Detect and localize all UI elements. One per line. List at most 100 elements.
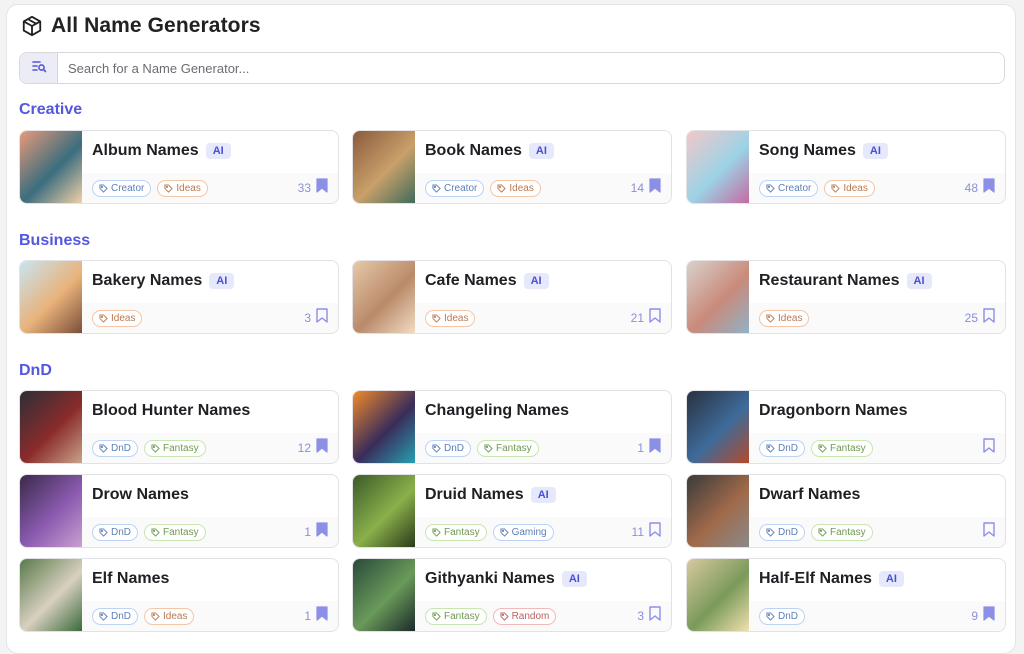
generator-card[interactable]: Book Names AI Creator Ideas 14 xyxy=(352,130,672,204)
tag-label: Ideas xyxy=(176,182,201,194)
generators-panel: All Name Generators CreativeAlbum NamesA… xyxy=(6,4,1016,654)
generator-card[interactable]: Half-Elf Names AI DnD 9 xyxy=(686,558,1006,632)
generator-title: Elf Names xyxy=(92,570,169,588)
tag-icon xyxy=(99,527,108,537)
generator-card[interactable]: Druid Names AI Fantasy Gaming 11 xyxy=(352,474,672,548)
bookmark-icon[interactable] xyxy=(316,606,328,626)
generator-card[interactable]: Restaurant Names AI Ideas 25 xyxy=(686,260,1006,334)
tag-label: Creator xyxy=(778,182,812,194)
generator-card[interactable]: Bakery Names AI Ideas 3 xyxy=(19,260,339,334)
tag-chip[interactable]: Ideas xyxy=(759,309,810,327)
generator-thumbnail xyxy=(353,559,415,631)
card-footer: Fantasy Random 3 xyxy=(415,601,671,631)
ai-badge: AI xyxy=(523,273,549,289)
bookmark-icon[interactable] xyxy=(983,438,995,458)
bookmark-icon[interactable] xyxy=(316,438,328,458)
generator-title: Half-Elf Names AI xyxy=(759,570,904,588)
generator-card[interactable]: Githyanki Names AI Fantasy Random 3 xyxy=(352,558,672,632)
tag-chip[interactable]: Creator xyxy=(425,179,485,197)
tag-chip[interactable]: Ideas xyxy=(92,309,143,327)
bookmark-icon[interactable] xyxy=(649,522,661,542)
tag-chip[interactable]: Fantasy xyxy=(144,523,206,541)
card-footer: DnD Fantasy 12 xyxy=(82,433,338,463)
tag-chip[interactable]: DnD xyxy=(759,523,806,541)
bookmark-icon[interactable] xyxy=(316,178,328,198)
generator-card[interactable]: Cafe Names AI Ideas 21 xyxy=(352,260,672,334)
generator-card[interactable]: Drow Names DnD Fantasy 1 xyxy=(19,474,339,548)
tag-chip[interactable]: Creator xyxy=(92,179,152,197)
tag-chip[interactable]: Fantasy xyxy=(811,523,873,541)
bookmark-icon[interactable] xyxy=(649,438,661,458)
tag-chip[interactable]: Creator xyxy=(759,179,819,197)
tag-chip[interactable]: Fantasy xyxy=(477,439,539,457)
generator-title: Album Names AI xyxy=(92,142,231,160)
generator-title-text: Dwarf Names xyxy=(759,486,861,503)
generator-title-text: Changeling Names xyxy=(425,402,570,419)
bookmark-count: 12 xyxy=(297,441,311,455)
ai-badge: AI xyxy=(906,273,932,289)
bookmark-icon[interactable] xyxy=(983,522,995,542)
card-footer: Creator Ideas 48 xyxy=(749,173,1005,203)
tag-chip[interactable]: DnD xyxy=(425,439,472,457)
tag-chip[interactable]: DnD xyxy=(92,607,139,625)
tag-chip[interactable]: Ideas xyxy=(490,179,541,197)
search-input[interactable] xyxy=(58,53,1004,83)
tag-icon xyxy=(99,443,108,453)
category-heading: DnD xyxy=(19,362,52,379)
tag-chip[interactable]: DnD xyxy=(92,439,139,457)
tag-chip[interactable]: Ideas xyxy=(144,607,195,625)
generator-title-text: Book Names xyxy=(425,142,522,159)
tag-icon xyxy=(99,611,108,621)
generator-title-text: Githyanki Names xyxy=(425,570,555,587)
bookmark-group: 3 xyxy=(304,303,328,333)
tag-chip[interactable]: Fantasy xyxy=(425,523,487,541)
generator-card[interactable]: Elf Names DnD Ideas 1 xyxy=(19,558,339,632)
tag-chip[interactable]: Fantasy xyxy=(425,607,487,625)
tag-chip[interactable]: Random xyxy=(492,607,557,625)
tag-chip[interactable]: Gaming xyxy=(492,523,554,541)
generator-card[interactable]: Song Names AI Creator Ideas 48 xyxy=(686,130,1006,204)
search-filter-button[interactable] xyxy=(20,53,58,83)
tag-label: Creator xyxy=(111,182,145,194)
ai-badge: AI xyxy=(862,143,888,159)
bookmark-icon[interactable] xyxy=(649,606,661,626)
generator-card[interactable]: Changeling Names DnD Fantasy 1 xyxy=(352,390,672,464)
tag-label: Creator xyxy=(444,182,478,194)
tag-chip[interactable]: Ideas xyxy=(425,309,476,327)
bookmark-icon[interactable] xyxy=(316,308,328,328)
bookmark-group: 11 xyxy=(632,517,661,547)
generator-card[interactable]: Album Names AI Creator Ideas 33 xyxy=(19,130,339,204)
generator-card[interactable]: Dragonborn Names DnD Fantasy xyxy=(686,390,1006,464)
generator-title: Changeling Names xyxy=(425,402,569,420)
generator-card[interactable]: Dwarf Names DnD Fantasy xyxy=(686,474,1006,548)
tag-icon xyxy=(432,183,441,193)
bookmark-icon[interactable] xyxy=(983,308,995,328)
tag-chip[interactable]: DnD xyxy=(759,607,806,625)
search-bar xyxy=(19,52,1005,84)
generator-thumbnail xyxy=(687,475,749,547)
tag-chip[interactable]: Fantasy xyxy=(811,439,873,457)
bookmark-icon[interactable] xyxy=(983,606,995,626)
card-footer: DnD Fantasy xyxy=(749,433,1005,463)
tag-chip[interactable]: DnD xyxy=(92,523,139,541)
card-footer: Ideas 21 xyxy=(415,303,671,333)
generator-title-text: Album Names xyxy=(92,142,199,159)
tag-chip[interactable]: Fantasy xyxy=(144,439,206,457)
bookmark-icon[interactable] xyxy=(316,522,328,542)
tag-chip[interactable]: Ideas xyxy=(824,179,875,197)
generator-title-text: Elf Names xyxy=(92,570,170,587)
tag-chip[interactable]: Ideas xyxy=(157,179,208,197)
bookmark-count: 25 xyxy=(964,311,978,325)
bookmark-count: 3 xyxy=(637,609,644,623)
tag-chip[interactable]: DnD xyxy=(759,439,806,457)
tag-label: DnD xyxy=(778,442,799,454)
bookmark-icon[interactable] xyxy=(649,178,661,198)
bookmark-icon[interactable] xyxy=(649,308,661,328)
generator-card[interactable]: Blood Hunter Names DnD Fantasy 12 xyxy=(19,390,339,464)
bookmark-count: 1 xyxy=(637,441,644,455)
bookmark-group: 3 xyxy=(637,601,661,631)
generator-thumbnail xyxy=(353,131,415,203)
tag-label: Random xyxy=(511,610,550,622)
bookmark-icon[interactable] xyxy=(983,178,995,198)
tag-icon xyxy=(432,611,441,621)
